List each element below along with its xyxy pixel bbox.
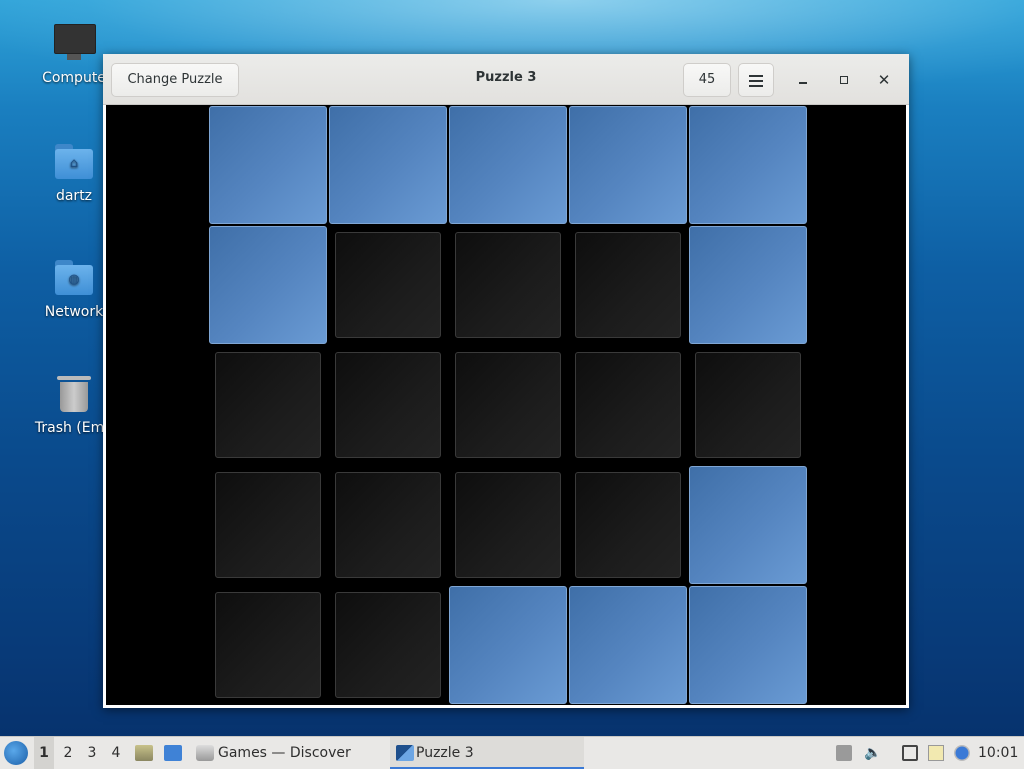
minimize-icon [799, 82, 807, 84]
computer-icon [53, 22, 96, 64]
puzzle-tile[interactable] [335, 232, 441, 338]
start-menu-icon[interactable] [4, 741, 28, 765]
workspace-4[interactable]: 4 [106, 737, 126, 769]
move-counter: 45 [683, 63, 731, 97]
puzzle-tile[interactable] [455, 352, 561, 458]
discover-icon [196, 745, 214, 761]
puzzle-tile[interactable] [215, 472, 321, 578]
task-puzzle[interactable]: Puzzle 3 [390, 737, 584, 769]
puzzle-tile[interactable] [575, 352, 681, 458]
clipboard-icon[interactable] [928, 745, 944, 761]
volume-icon[interactable]: 🔈 [864, 745, 881, 761]
close-button[interactable]: ✕ [872, 68, 896, 92]
minimize-button[interactable] [791, 68, 815, 92]
menu-button[interactable] [738, 63, 774, 97]
puzzle-tile[interactable] [569, 106, 687, 224]
network-folder-icon: ◍ [53, 256, 95, 298]
puzzle-tile[interactable] [335, 472, 441, 578]
puzzle-tile[interactable] [575, 472, 681, 578]
show-desktop-launcher[interactable] [162, 737, 184, 769]
puzzle-tile[interactable] [569, 586, 687, 704]
workspace-2[interactable]: 2 [58, 737, 78, 769]
maximize-button[interactable] [832, 68, 856, 92]
puzzle-tile[interactable] [329, 106, 447, 224]
clock[interactable]: 10:01 [978, 737, 1018, 769]
puzzle-tile[interactable] [689, 466, 807, 584]
maximize-icon [840, 76, 848, 84]
file-manager-launcher[interactable] [134, 737, 154, 769]
puzzle-tile[interactable] [575, 232, 681, 338]
puzzle-tile[interactable] [215, 352, 321, 458]
puzzle-tile[interactable] [455, 232, 561, 338]
task-label: Games — Discover [218, 745, 351, 761]
puzzle-tile[interactable] [449, 106, 567, 224]
puzzle-tile[interactable] [209, 226, 327, 344]
puzzle-tile[interactable] [695, 352, 801, 458]
network-icon[interactable] [902, 745, 918, 761]
task-discover[interactable]: Games — Discover [194, 737, 372, 769]
puzzle-tile[interactable] [689, 586, 807, 704]
workspace-1[interactable]: 1 [34, 737, 54, 769]
updates-icon[interactable] [954, 745, 970, 761]
trash-icon [53, 372, 95, 414]
puzzle-tile[interactable] [209, 106, 327, 224]
puzzle-tile[interactable] [215, 592, 321, 698]
file-manager-icon [135, 745, 153, 761]
close-icon: ✕ [877, 71, 891, 89]
puzzle-tile[interactable] [335, 352, 441, 458]
puzzle-tile[interactable] [335, 592, 441, 698]
task-label: Puzzle 3 [416, 745, 474, 761]
puzzle-tile[interactable] [689, 106, 807, 224]
puzzle-icon [396, 745, 414, 761]
window-header[interactable]: Change Puzzle Puzzle 3 45 ✕ [103, 54, 909, 105]
taskbar: 1 2 3 4 Games — Discover Puzzle 3 🔈 10:0… [0, 736, 1024, 769]
puzzle-tile[interactable] [449, 586, 567, 704]
change-puzzle-button[interactable]: Change Puzzle [111, 63, 239, 97]
puzzle-board [106, 105, 906, 705]
puzzle-tile[interactable] [455, 472, 561, 578]
puzzle-window: Change Puzzle Puzzle 3 45 ✕ [103, 54, 909, 708]
tray-up-arrow-icon[interactable] [836, 745, 852, 761]
desktop-icon [164, 745, 182, 761]
puzzle-tile[interactable] [689, 226, 807, 344]
home-folder-icon: ⌂ [53, 140, 95, 182]
workspace-3[interactable]: 3 [82, 737, 102, 769]
